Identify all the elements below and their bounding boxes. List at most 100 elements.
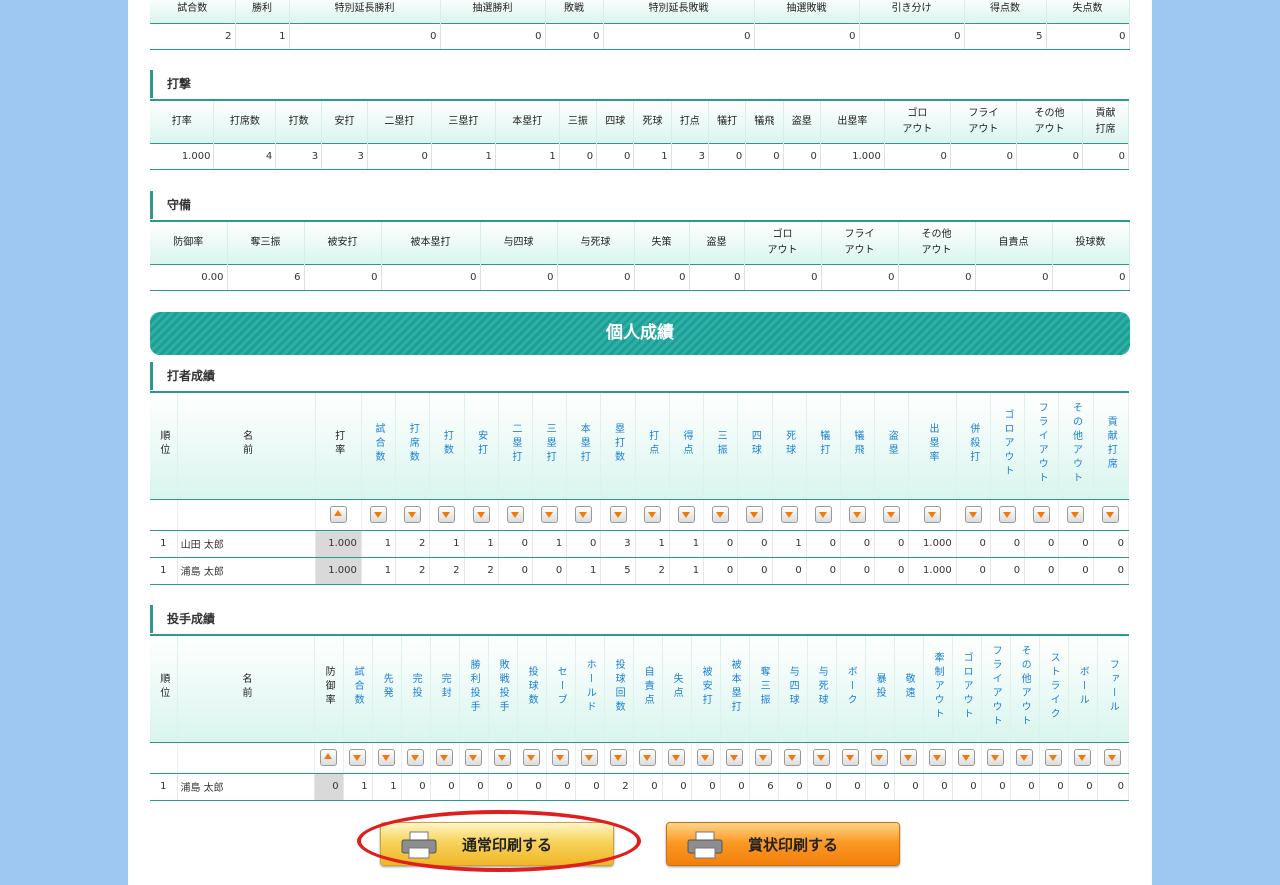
sort-header-link[interactable]: 投球回数 xyxy=(604,634,634,743)
sort-header-link[interactable]: 死球 xyxy=(772,391,807,500)
sort-descending-button[interactable] xyxy=(987,749,1005,766)
sort-descending-button[interactable] xyxy=(378,749,396,766)
sort-descending-button[interactable] xyxy=(581,749,599,766)
sort-descending-button[interactable] xyxy=(712,506,730,523)
sort-header-link[interactable]: 出塁率 xyxy=(908,391,957,500)
sort-ascending-button[interactable] xyxy=(320,749,338,766)
sort-header-link[interactable]: 打席数 xyxy=(395,391,431,500)
sort-descending-button[interactable] xyxy=(958,749,976,766)
sort-descending-button[interactable] xyxy=(639,749,657,766)
sort-header-link[interactable]: ボール xyxy=(1068,634,1098,743)
sort-header-link[interactable]: 三振 xyxy=(703,391,739,500)
sort-descending-button[interactable] xyxy=(1067,506,1085,523)
sort-header-link[interactable]: ゴロアウト xyxy=(990,391,1026,500)
sort-ascending-button[interactable] xyxy=(329,506,347,523)
sort-header-link[interactable]: 被安打 xyxy=(691,634,721,743)
sort-header-link[interactable]: 暴投 xyxy=(865,634,895,743)
sort-header-link[interactable]: 本塁打 xyxy=(566,391,602,500)
sort-header-link[interactable]: 完封 xyxy=(430,634,460,743)
sort-descending-button[interactable] xyxy=(883,506,901,523)
sort-descending-button[interactable] xyxy=(755,749,773,766)
sort-header-link[interactable]: ファール xyxy=(1097,634,1130,743)
sort-header-link[interactable]: 奪三振 xyxy=(749,634,779,743)
sort-header-link[interactable]: ゴロアウト xyxy=(952,634,982,743)
sort-header-link[interactable]: ホールド xyxy=(575,634,605,743)
sort-header-link[interactable]: フライアウト xyxy=(1024,391,1060,500)
sort-header-link[interactable]: フライアウト xyxy=(981,634,1011,743)
sort-header-link[interactable]: 三塁打 xyxy=(532,391,568,500)
sort-header-link[interactable]: 投球数 xyxy=(517,634,547,743)
sort-descending-button[interactable] xyxy=(964,506,982,523)
sort-descending-button[interactable] xyxy=(407,749,425,766)
sort-descending-button[interactable] xyxy=(726,749,744,766)
sort-descending-button[interactable] xyxy=(472,506,490,523)
sort-descending-button[interactable] xyxy=(900,749,918,766)
sort-descending-button[interactable] xyxy=(668,749,686,766)
sort-header-link[interactable]: 勝利投手 xyxy=(459,634,489,743)
sort-descending-button[interactable] xyxy=(541,506,559,523)
sort-descending-button[interactable] xyxy=(746,506,764,523)
sort-header-link[interactable]: 与四球 xyxy=(778,634,808,743)
sort-descending-button[interactable] xyxy=(506,506,524,523)
sort-descending-button[interactable] xyxy=(575,506,593,523)
sort-descending-button[interactable] xyxy=(552,749,570,766)
sort-header-link[interactable]: ストライク xyxy=(1039,634,1069,743)
sort-header-link[interactable]: 打数 xyxy=(429,391,465,500)
sort-descending-button[interactable] xyxy=(465,749,483,766)
sort-descending-button[interactable] xyxy=(609,506,627,523)
sort-header-link[interactable]: セーブ xyxy=(546,634,576,743)
sort-header-link[interactable]: ボーク xyxy=(836,634,866,743)
sort-header-link[interactable]: 与死球 xyxy=(807,634,837,743)
sort-descending-button[interactable] xyxy=(814,506,832,523)
sort-header-link[interactable]: 敗戦投手 xyxy=(488,634,518,743)
sort-descending-button[interactable] xyxy=(1104,749,1122,766)
sort-header-link[interactable]: 塁打数 xyxy=(600,391,636,500)
sort-descending-button[interactable] xyxy=(871,749,889,766)
sort-descending-button[interactable] xyxy=(438,506,456,523)
sort-header-link[interactable]: 犠打 xyxy=(806,391,841,500)
sort-descending-button[interactable] xyxy=(369,506,387,523)
sort-descending-button[interactable] xyxy=(929,749,947,766)
sort-descending-button[interactable] xyxy=(999,506,1017,523)
sort-header-link[interactable]: 敬遠 xyxy=(894,634,924,743)
sort-header-link[interactable]: 被本塁打 xyxy=(720,634,750,743)
sort-header-link[interactable]: 先発 xyxy=(372,634,402,743)
sort-descending-button[interactable] xyxy=(404,506,422,523)
sort-descending-button[interactable] xyxy=(349,749,367,766)
sort-header-link[interactable]: 併殺打 xyxy=(956,391,991,500)
sort-descending-button[interactable] xyxy=(1102,506,1120,523)
sort-header-link[interactable]: 完投 xyxy=(401,634,431,743)
sort-header-link[interactable]: 試合数 xyxy=(361,391,397,500)
sort-descending-button[interactable] xyxy=(436,749,454,766)
sort-header-link[interactable]: 貢献打席 xyxy=(1093,391,1130,500)
sort-header-link[interactable]: 牽制アウト xyxy=(923,634,953,743)
sort-header-link[interactable]: 盗塁 xyxy=(874,391,910,500)
sort-descending-button[interactable] xyxy=(849,506,867,523)
sort-header-link[interactable]: 四球 xyxy=(737,391,773,500)
sort-header-link[interactable]: 得点 xyxy=(669,391,705,500)
sort-header-link[interactable]: 打点 xyxy=(635,391,670,500)
sort-descending-button[interactable] xyxy=(677,506,695,523)
sort-descending-button[interactable] xyxy=(784,749,802,766)
sort-descending-button[interactable] xyxy=(494,749,512,766)
sort-descending-button[interactable] xyxy=(924,506,942,523)
sort-descending-button[interactable] xyxy=(610,749,628,766)
sort-header-link[interactable]: 試合数 xyxy=(343,634,373,743)
sort-descending-button[interactable] xyxy=(697,749,715,766)
sort-descending-button[interactable] xyxy=(523,749,541,766)
award-print-button[interactable]: 賞状印刷する xyxy=(666,822,900,866)
sort-header-link[interactable]: その他アウト xyxy=(1058,391,1094,500)
sort-descending-button[interactable] xyxy=(643,506,661,523)
sort-header-link[interactable]: 失点 xyxy=(662,634,692,743)
sort-descending-button[interactable] xyxy=(780,506,798,523)
sort-descending-button[interactable] xyxy=(813,749,831,766)
sort-header-link[interactable]: その他アウト xyxy=(1010,634,1040,743)
sort-header-link[interactable]: 二塁打 xyxy=(498,391,533,500)
sort-header-link[interactable]: 安打 xyxy=(464,391,499,500)
sort-header-link[interactable]: 自責点 xyxy=(633,634,663,743)
sort-descending-button[interactable] xyxy=(1016,749,1034,766)
sort-descending-button[interactable] xyxy=(842,749,860,766)
sort-header-link[interactable]: 犠飛 xyxy=(840,391,876,500)
sort-descending-button[interactable] xyxy=(1033,506,1051,523)
sort-descending-button[interactable] xyxy=(1045,749,1063,766)
